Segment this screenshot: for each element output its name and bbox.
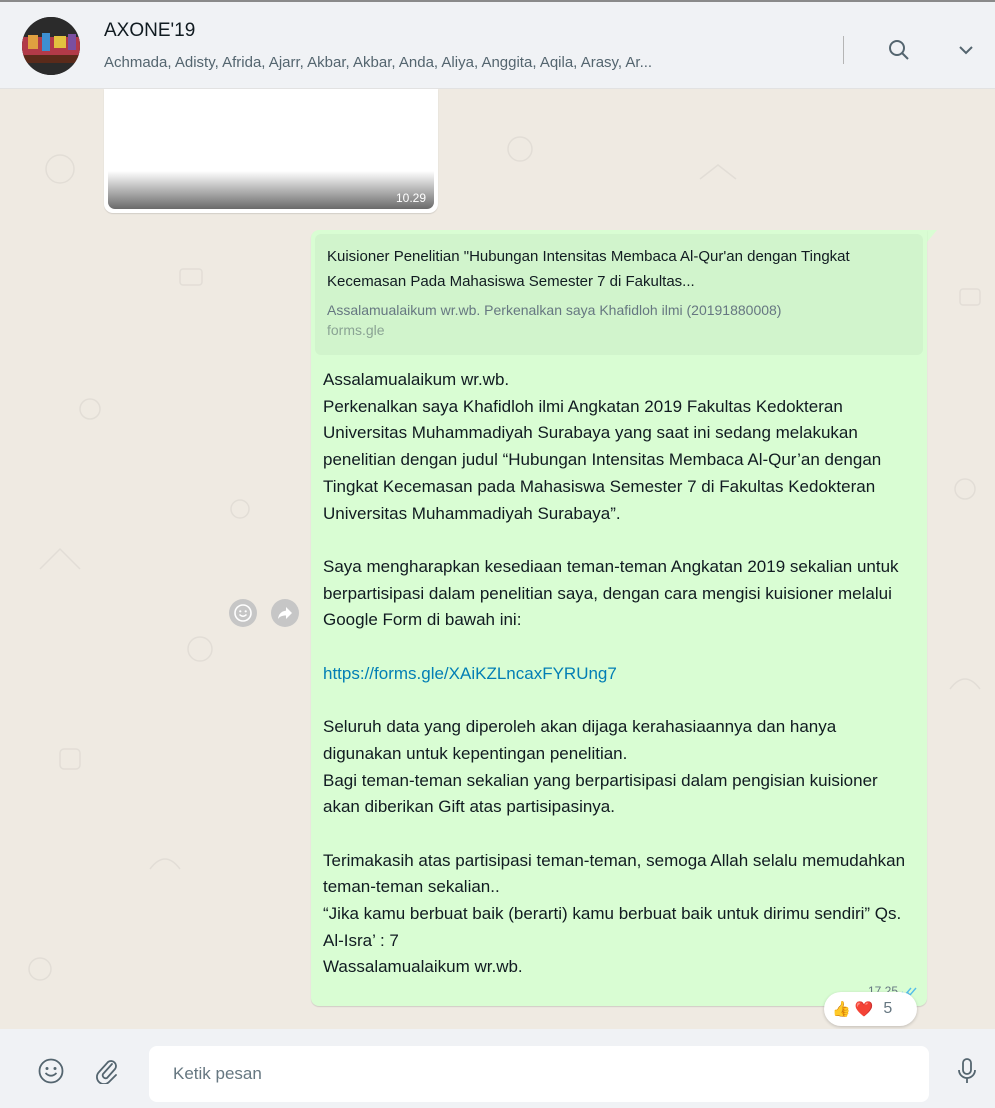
message-paragraph: Seluruh data yang diperoleh akan dijaga …: [323, 717, 878, 817]
outgoing-message[interactable]: Kuisioner Penelitian "Hubungan Intensita…: [311, 230, 927, 1006]
reaction-count: 5: [883, 1000, 893, 1017]
chat-area[interactable]: 10.29 Kuisioner Penelitian "Hubungan Int…: [0, 89, 995, 1029]
link-preview-description: Assalamualaikum wr.wb. Perkenalkan saya …: [327, 302, 782, 318]
image-overlay: [108, 171, 434, 209]
group-avatar[interactable]: [22, 17, 80, 75]
header-divider: [843, 36, 844, 64]
group-members[interactable]: Achmada, Adisty, Afrida, Ajarr, Akbar, A…: [104, 54, 804, 71]
group-title[interactable]: AXONE'19: [104, 20, 195, 42]
message-time: 10.29: [395, 191, 426, 205]
message-tail: [927, 230, 937, 242]
message-input[interactable]: [149, 1046, 929, 1102]
message-paragraph: Assalamualaikum wr.wb. Perkenalkan saya …: [323, 370, 882, 523]
link-preview-domain: forms.gle: [327, 322, 385, 338]
message-body: Assalamualaikum wr.wb. Perkenalkan saya …: [323, 367, 919, 981]
emoji-icon[interactable]: [36, 1056, 66, 1086]
link-preview[interactable]: Kuisioner Penelitian "Hubungan Intensita…: [315, 234, 923, 355]
heart-reaction: ❤️: [854, 1001, 874, 1018]
compose-bar: [0, 1029, 995, 1108]
chat-header: AXONE'19 Achmada, Adisty, Afrida, Ajarr,…: [0, 0, 995, 89]
message-paragraph: Terimakasih atas partisipasi teman-teman…: [323, 850, 906, 977]
react-emoji-button[interactable]: [229, 599, 257, 627]
chevron-down-icon[interactable]: [952, 36, 980, 64]
forward-icon[interactable]: [271, 599, 299, 627]
microphone-icon[interactable]: [952, 1056, 982, 1086]
form-link[interactable]: https://forms.gle/XAiKZLncaxFYRUng7: [323, 664, 617, 683]
image-message[interactable]: 10.29: [104, 89, 438, 213]
link-preview-title: Kuisioner Penelitian "Hubungan Intensita…: [327, 248, 850, 290]
attach-icon[interactable]: [92, 1056, 122, 1086]
search-icon[interactable]: [885, 36, 913, 64]
reactions-pill[interactable]: 👍 ❤️ 5: [824, 992, 917, 1026]
message-paragraph: Saya mengharapkan kesediaan teman-teman …: [323, 556, 904, 630]
thumbs-up-reaction: 👍: [832, 1001, 851, 1018]
